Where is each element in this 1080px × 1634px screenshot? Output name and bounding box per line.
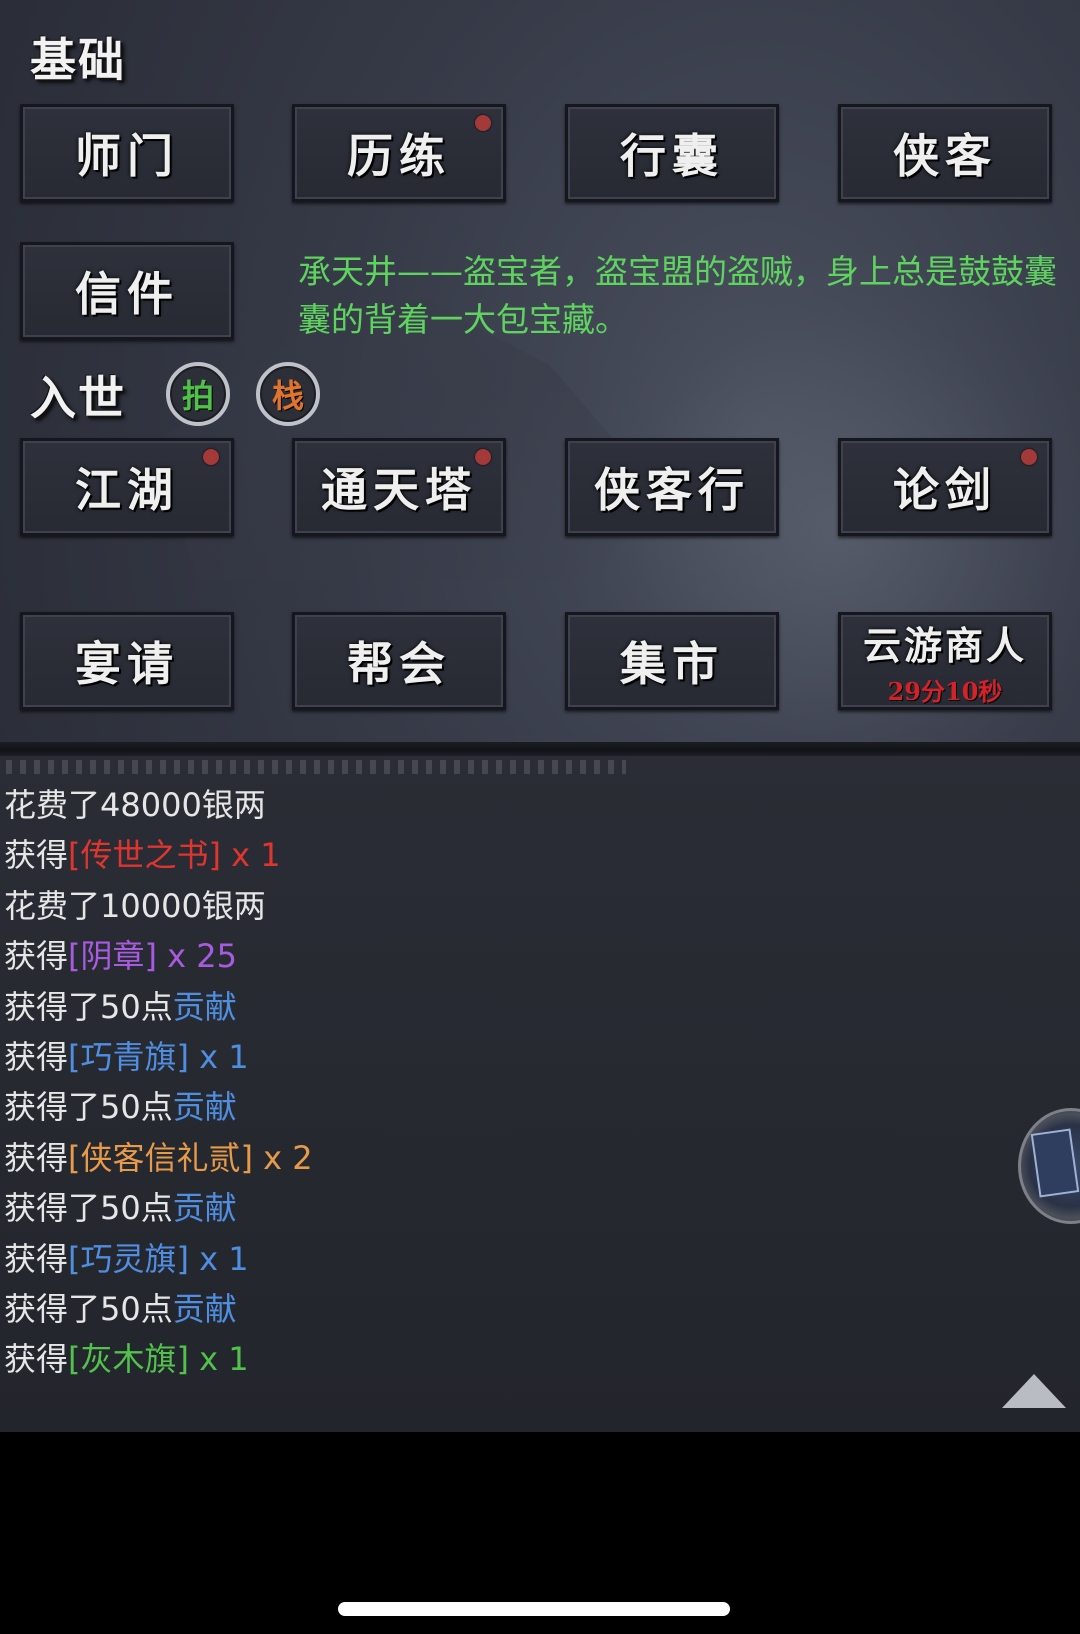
button-jianghu-label: 江湖 [75,463,179,517]
item-name: 贡献 [172,1189,237,1228]
button-xiakexing[interactable]: 侠客行 [565,438,779,536]
notification-dot [203,449,219,465]
button-lunjian-label: 论剑 [893,463,997,517]
game-screen: 基础 师门 历练 行囊 侠客 信件 承天井——盗宝者，盗宝盟的盗贼，身上总是鼓鼓… [0,0,1080,1432]
button-lunjian[interactable]: 论剑 [838,438,1052,536]
button-banghui-label: 帮会 [347,637,451,691]
item-name: 贡献 [172,987,237,1026]
npc-description: 承天井——盗宝者，盗宝盟的盗贼，身上总是鼓鼓囊囊的背着一大包宝藏。 [298,252,1057,339]
merchant-timer: 29分10秒 [887,677,1003,706]
log-line: 获得[阴章] x 25 [4,937,237,976]
log-line: 花费了10000银两 [4,886,266,925]
scroll-up-arrow-icon[interactable] [1002,1374,1066,1408]
log-line: 获得了50点贡献 [4,1189,237,1228]
button-jishi[interactable]: 集市 [565,612,779,710]
section-basic-label: 基础 [30,33,126,87]
button-shimen[interactable]: 师门 [20,104,234,202]
button-jishi-label: 集市 [620,637,724,691]
button-xingnang-label: 行囊 [620,129,724,183]
button-yanqing[interactable]: 宴请 [20,612,234,710]
log-line: 获得[巧青旗] x 1 [4,1038,249,1077]
button-xinjian[interactable]: 信件 [20,242,234,340]
button-merchant-label: 云游商人 [862,623,1027,668]
button-wandering-merchant[interactable]: 云游商人 29分10秒 [838,612,1052,710]
item-name: [巧灵旗] [68,1239,189,1278]
button-banghui[interactable]: 帮会 [292,612,506,710]
item-name: [巧青旗] [68,1038,189,1077]
log-line: 获得[传世之书] x 1 [4,836,281,875]
button-tongtianta[interactable]: 通天塔 [292,438,506,536]
button-lilian[interactable]: 历练 [292,104,506,202]
button-xinjian-label: 信件 [75,267,179,321]
button-tongtianta-label: 通天塔 [321,463,477,517]
auction-badge[interactable]: 拍 [166,362,230,426]
log-line: 获得了50点贡献 [4,1088,237,1127]
button-shimen-label: 师门 [75,129,179,183]
log-overflow-text [6,760,626,774]
notification-dot [1021,449,1037,465]
panel-divider [0,742,1080,756]
message-log: 花费了48000银两 获得[传世之书] x 1 花费了10000银两 获得[阴章… [4,780,904,1385]
home-indicator[interactable] [338,1602,730,1616]
inn-badge[interactable]: 栈 [256,362,320,426]
button-xiake-label: 侠客 [893,129,997,183]
button-xingnang[interactable]: 行囊 [565,104,779,202]
button-jianghu[interactable]: 江湖 [20,438,234,536]
item-name: [传世之书] [68,836,221,875]
log-line: 花费了48000银两 [4,786,266,824]
item-name: 贡献 [172,1290,237,1329]
section-world-label: 入世 [30,371,126,425]
auction-badge-label: 拍 [181,377,214,415]
item-name: [侠客信礼贰] [68,1138,253,1177]
notification-dot [475,449,491,465]
button-xiakexing-label: 侠客行 [594,463,750,517]
log-line: 获得了50点贡献 [4,987,237,1026]
log-line: 获得了50点贡献 [4,1290,237,1329]
button-yanqing-label: 宴请 [75,637,179,691]
notification-dot [475,115,491,131]
item-name: 贡献 [172,1088,237,1127]
scroll-card-icon [1030,1128,1080,1198]
button-lilian-label: 历练 [347,129,451,183]
log-line: 获得[巧灵旗] x 1 [4,1239,249,1278]
item-name: [阴章] [68,937,157,976]
button-xiake[interactable]: 侠客 [838,104,1052,202]
inn-badge-label: 栈 [271,377,304,415]
log-line: 获得[灰木旗] x 1 [4,1340,249,1379]
log-line: 获得[侠客信礼贰] x 2 [4,1138,313,1177]
item-name: [灰木旗] [68,1340,189,1379]
